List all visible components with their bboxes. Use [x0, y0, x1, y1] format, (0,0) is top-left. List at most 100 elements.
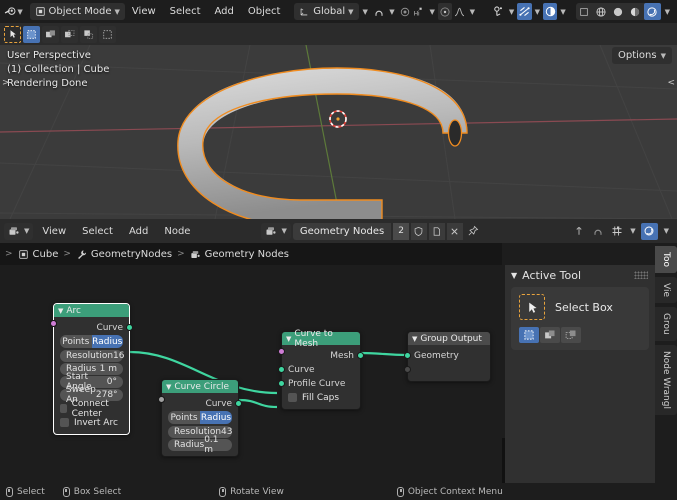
- sidebar-tab-view[interactable]: Vie: [655, 276, 677, 303]
- chevron-down-icon[interactable]: ▼: [286, 335, 291, 343]
- viewport-left-sidebar-toggle[interactable]: >: [2, 78, 10, 88]
- node-menu-node[interactable]: Node: [157, 223, 197, 240]
- chevron-down-icon[interactable]: ▼: [511, 271, 517, 280]
- snapping-icon[interactable]: [589, 223, 606, 240]
- menu-object[interactable]: Object: [241, 3, 288, 20]
- node-curve-to-mesh-input-curve[interactable]: Curve: [278, 363, 360, 376]
- viewport-options-button[interactable]: Options ▼: [612, 47, 672, 64]
- node-curve-to-mesh-checkbox-fill-caps[interactable]: Fill Caps: [278, 348, 360, 404]
- node-group-output[interactable]: ▼ Group Output Geometry: [404, 331, 491, 382]
- checkbox-invert-arc[interactable]: [60, 418, 69, 427]
- xray-chevron-icon[interactable]: ▼: [557, 8, 568, 16]
- node-overlay-icon[interactable]: [640, 222, 658, 240]
- select-mode-subtract-icon[interactable]: [80, 25, 97, 43]
- unlink-x-icon[interactable]: [446, 222, 463, 240]
- node-curve-circle-header[interactable]: ▼ Curve Circle: [162, 380, 238, 393]
- checkbox-fill-caps[interactable]: [288, 393, 297, 402]
- breadcrumb-item-nodetree[interactable]: Geometry Nodes: [190, 249, 289, 260]
- node-overlay-chevron-icon[interactable]: ▼: [660, 227, 673, 235]
- bounding-box-shading-icon[interactable]: [576, 3, 593, 20]
- active-tool-row[interactable]: Select Box: [519, 294, 641, 320]
- gizmo-chevron-icon[interactable]: ▼: [506, 8, 517, 16]
- viewport-3d[interactable]: Options ▼ User Perspective (1) Collectio…: [0, 23, 677, 219]
- active-tool-panel-header[interactable]: ▼ Active Tool: [505, 265, 655, 285]
- panel-grip-icon[interactable]: [634, 271, 648, 279]
- toggle-radius[interactable]: Radius: [200, 411, 232, 424]
- node-tree-users-count[interactable]: 2: [393, 222, 409, 240]
- tweak-select-tool-icon[interactable]: [519, 294, 545, 320]
- shield-icon[interactable]: [410, 222, 427, 240]
- falloff-curve-chevron-icon[interactable]: ▼: [467, 8, 478, 16]
- chevron-down-icon[interactable]: ▼: [412, 335, 417, 343]
- node-canvas[interactable]: ▼ Arc Curve Points Radius Resolution 16 …: [0, 265, 502, 483]
- overlay-grid-icon[interactable]: [608, 223, 625, 240]
- node-curve-to-mesh-header[interactable]: ▼ Curve to Mesh: [282, 329, 360, 349]
- pin-icon[interactable]: [465, 223, 481, 240]
- socket-empty-input[interactable]: [404, 366, 411, 373]
- toggle-radius[interactable]: Radius: [91, 335, 123, 348]
- node-arc[interactable]: ▼ Arc Curve Points Radius Resolution 16 …: [50, 303, 133, 435]
- node-arc-output-curve[interactable]: Curve: [54, 321, 133, 334]
- overlays-chevron-icon[interactable]: ▼: [532, 8, 543, 16]
- overlays-icon[interactable]: [517, 3, 532, 20]
- node-curve-to-mesh[interactable]: ▼ Curve to Mesh Mesh Curve Profile Curve: [278, 329, 364, 410]
- node-arc-header[interactable]: ▼ Arc: [54, 304, 129, 317]
- menu-select[interactable]: Select: [163, 3, 208, 20]
- falloff-chevron-icon[interactable]: ▼: [426, 8, 437, 16]
- node-tree-browse-button[interactable]: ▼: [261, 222, 291, 240]
- select-subtract-icon[interactable]: [561, 327, 581, 343]
- node-curve-circle[interactable]: ▼ Curve Circle Curve Points Radius Resol…: [158, 379, 242, 457]
- select-box-tool-icon[interactable]: [23, 25, 40, 43]
- chevron-down-icon[interactable]: ▼: [166, 383, 171, 391]
- node-arc-checkbox-connect-center[interactable]: Connect Center: [50, 320, 129, 419]
- socket-radius[interactable]: [158, 396, 165, 403]
- node-curve-to-mesh-input-profile[interactable]: Profile Curve: [278, 377, 360, 390]
- node-arc-checkbox-invert-arc[interactable]: Invert Arc: [50, 320, 129, 429]
- socket-fill-caps[interactable]: [278, 348, 285, 355]
- menu-view[interactable]: View: [125, 3, 163, 20]
- proportional-falloff-icon[interactable]: Hi: [412, 3, 426, 20]
- sidebar-tab-node-wrangler[interactable]: Node Wrangl: [655, 344, 677, 415]
- socket-geometry-input[interactable]: [404, 352, 411, 359]
- breadcrumb-item-modifier[interactable]: GeometryNodes: [76, 249, 172, 260]
- chevron-down-icon[interactable]: ▼: [58, 307, 63, 315]
- node-arc-field-resolution[interactable]: Resolution 16: [50, 320, 129, 362]
- overlay-chevron-icon[interactable]: ▼: [627, 227, 638, 235]
- select-mode-extend-icon[interactable]: [61, 25, 78, 43]
- node-curve-circle-mode-toggle[interactable]: Points Radius: [168, 411, 232, 424]
- mode-selector[interactable]: Object Mode ▼: [29, 3, 125, 20]
- sidebar-tab-tool[interactable]: Too: [655, 246, 677, 273]
- node-curve-circle-field-radius[interactable]: Radius 0.1 m: [158, 396, 238, 455]
- node-curve-circle-field-resolution[interactable]: Resolution 43: [158, 396, 238, 438]
- socket-invert-arc[interactable]: [50, 320, 57, 327]
- tweak-select-tool-icon[interactable]: [4, 25, 21, 43]
- proportional-edit-icon[interactable]: [398, 3, 412, 20]
- viewport-gizmo-icon[interactable]: [492, 3, 506, 20]
- socket-mesh-output[interactable]: [357, 352, 364, 359]
- node-curve-circle-output-curve[interactable]: Curve: [162, 397, 242, 410]
- proportional-sphere-icon[interactable]: [437, 3, 453, 20]
- node-group-output-input-empty[interactable]: [404, 363, 490, 376]
- falloff-curve-icon[interactable]: [452, 3, 466, 20]
- wireframe-shading-icon[interactable]: [593, 3, 610, 20]
- socket-curve-output[interactable]: [126, 324, 133, 331]
- checkbox-connect-center[interactable]: [60, 404, 67, 413]
- breadcrumb-item-object[interactable]: Cube: [18, 249, 58, 260]
- blender-menu-chevron-icon[interactable]: ▼: [17, 8, 22, 16]
- node-menu-view[interactable]: View: [35, 223, 73, 240]
- select-mode-invert-icon[interactable]: [99, 25, 116, 43]
- socket-profile-curve-input[interactable]: [278, 380, 285, 387]
- node-tree-name-field[interactable]: Geometry Nodes: [292, 222, 392, 240]
- rendered-shading-icon[interactable]: [643, 3, 661, 20]
- toggle-points[interactable]: Points: [60, 335, 92, 348]
- solid-shading-icon[interactable]: [610, 3, 627, 20]
- menu-add[interactable]: Add: [208, 3, 241, 20]
- socket-curve-input[interactable]: [278, 366, 285, 373]
- exit-node-group-icon[interactable]: [570, 223, 587, 240]
- select-extend-icon[interactable]: [540, 327, 560, 343]
- snap-options-chevron-icon[interactable]: ▼: [386, 8, 397, 16]
- shading-chevron-icon[interactable]: ▼: [661, 8, 674, 16]
- material-preview-shading-icon[interactable]: [627, 3, 644, 20]
- xray-toggle-icon[interactable]: [543, 3, 558, 20]
- node-menu-add[interactable]: Add: [122, 223, 155, 240]
